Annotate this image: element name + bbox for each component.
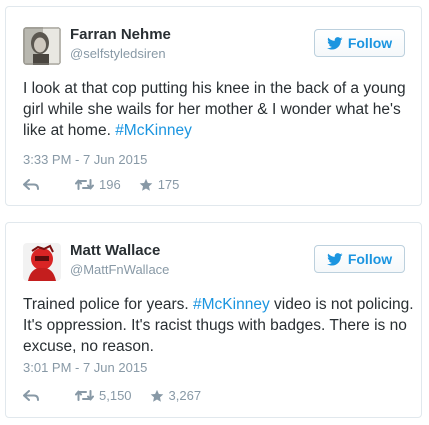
retweet-count: 5,150 xyxy=(99,388,132,403)
page: Farran Nehme @selfstyledsiren Follow I l… xyxy=(0,0,429,425)
timestamp[interactable]: 3:33 PM - 7 Jun 2015 xyxy=(23,152,147,167)
display-name[interactable]: Matt Wallace xyxy=(70,242,160,259)
retweet-count: 196 xyxy=(99,177,121,192)
tweet-text: I look at that cop putting his knee in t… xyxy=(23,78,415,141)
hashtag-link[interactable]: #McKinney xyxy=(193,296,270,313)
reply-arrow-icon xyxy=(23,389,39,401)
avatar[interactable] xyxy=(23,27,61,65)
reply-button[interactable] xyxy=(23,178,39,191)
favorite-count: 175 xyxy=(157,177,180,192)
timestamp[interactable]: 3:01 PM - 7 Jun 2015 xyxy=(23,360,147,375)
retweet-button[interactable]: 5,150 xyxy=(75,388,132,403)
tweet-text: Trained police for years. #McKinney vide… xyxy=(23,294,415,357)
twitter-bird-icon xyxy=(326,252,343,266)
follow-button[interactable]: Follow xyxy=(314,29,405,57)
retweet-icon xyxy=(75,390,94,401)
tweet-text-body: I look at that cop putting his knee in t… xyxy=(23,80,406,139)
follow-button[interactable]: Follow xyxy=(314,245,405,273)
display-name[interactable]: Farran Nehme xyxy=(70,26,171,43)
favorite-button[interactable]: 175 xyxy=(139,177,180,192)
username[interactable]: @selfstyledsiren xyxy=(70,46,166,61)
username[interactable]: @MattFnWallace xyxy=(70,262,169,277)
avatar[interactable] xyxy=(23,243,61,281)
twitter-bird-icon xyxy=(326,36,343,50)
hashtag-link[interactable]: #McKinney xyxy=(115,122,192,139)
tweet-card: Matt Wallace @MattFnWallace Follow Train… xyxy=(5,222,422,418)
tweet-actions: 196 175 xyxy=(23,177,179,192)
retweet-icon xyxy=(75,179,94,190)
tweet-text-body: Trained police for years. xyxy=(23,296,194,313)
star-icon xyxy=(150,389,163,402)
follow-label: Follow xyxy=(347,251,393,267)
follow-label: Follow xyxy=(347,35,393,51)
reply-button[interactable] xyxy=(23,389,39,402)
favorite-button[interactable]: 3,267 xyxy=(150,388,202,403)
tweet-actions: 5,150 3,267 xyxy=(23,388,201,403)
favorite-count: 3,267 xyxy=(168,388,202,403)
retweet-button[interactable]: 196 xyxy=(75,177,121,192)
reply-arrow-icon xyxy=(23,178,39,190)
star-icon xyxy=(139,178,153,191)
tweet-card: Farran Nehme @selfstyledsiren Follow I l… xyxy=(5,6,422,206)
